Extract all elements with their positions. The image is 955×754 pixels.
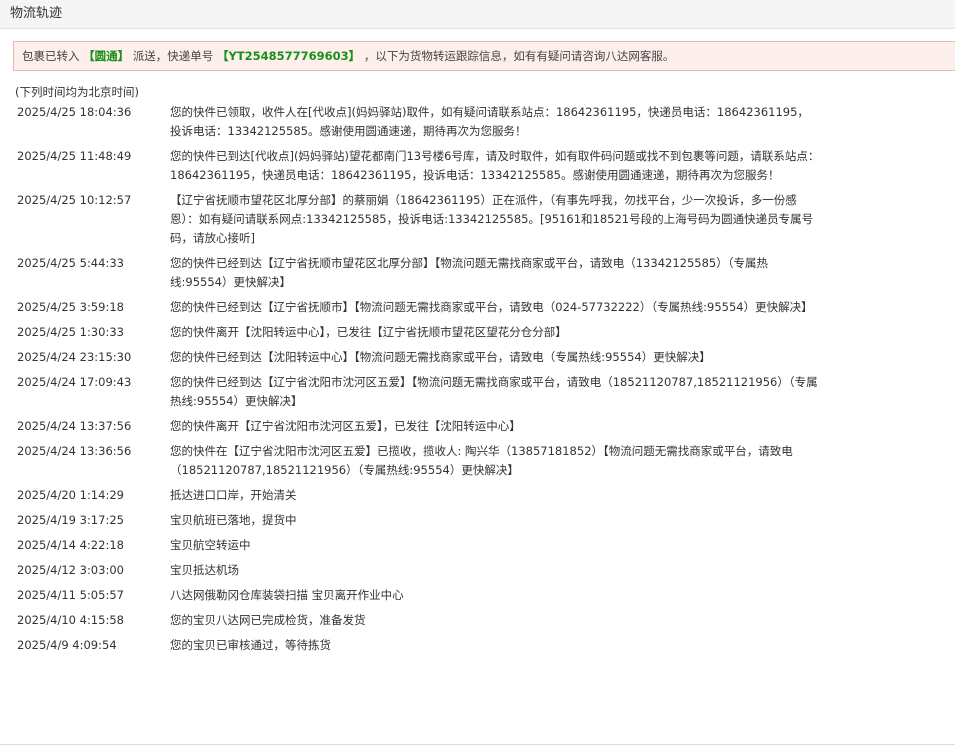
timezone-note: (下列时间均为北京时间) — [15, 85, 139, 99]
tracking-description: 您的快件在【辽宁省沈阳市沈河区五爱】已揽收，揽收人: 陶兴华（138571818… — [170, 444, 793, 477]
tracking-description: 宝贝航空转运中 — [170, 538, 251, 552]
tracking-description: 您的快件已到达[代收点](妈妈驿站)望花都南门13号楼6号库，请及时取件，如有取… — [170, 149, 820, 182]
tracking-row: 2025/4/25 3:59:18 您的快件已经到达【辽宁省抚顺市】【物流问题无需… — [17, 298, 837, 317]
tracking-description: 宝贝航班已落地，提货中 — [170, 513, 297, 527]
notice-middle: 派送，快递单号 — [132, 49, 214, 63]
tracking-description: 您的快件已领取，收件人在[代收点](妈妈驿站)取件，如有疑问请联系站点：1864… — [170, 105, 809, 138]
tracking-row: 2025/4/20 1:14:29 抵达进口口岸，开始清关 — [17, 486, 837, 505]
tracking-time: 2025/4/19 3:17:25 — [17, 513, 124, 527]
tracking-time: 2025/4/10 4:15:58 — [17, 613, 124, 627]
tracking-row: 2025/4/12 3:03:00 宝贝抵达机场 — [17, 561, 837, 580]
tracking-time: 2025/4/25 3:59:18 — [17, 300, 124, 314]
tracking-time: 2025/4/24 17:09:43 — [17, 375, 132, 389]
bottom-divider — [0, 744, 955, 745]
tracking-row: 2025/4/10 4:15:58 您的宝贝八达网已完成检货，准备发货 — [17, 611, 837, 630]
notice-suffix: ，以下为货物转运跟踪信息，如有有疑问请咨询八达网客服。 — [363, 49, 675, 63]
tracking-description: 您的宝贝已审核通过，等待拣货 — [170, 638, 331, 652]
transfer-notice: 包裹已转入 【圆通】 派送，快递单号 【YT2548577769603】 ，以下… — [13, 41, 955, 71]
tracking-time: 2025/4/25 1:30:33 — [17, 325, 124, 339]
tracking-description: 您的快件已经到达【辽宁省沈阳市沈河区五爱】【物流问题无需找商家或平台，请致电（1… — [170, 375, 818, 408]
tracking-time: 2025/4/24 13:36:56 — [17, 444, 132, 458]
courier-name: 【圆通】 — [83, 49, 130, 63]
tracking-description: 宝贝抵达机场 — [170, 563, 239, 577]
tracking-description: 您的快件离开【辽宁省沈阳市沈河区五爱】，已发往【沈阳转运中心】 — [170, 419, 521, 433]
tracking-time: 2025/4/25 11:48:49 — [17, 149, 132, 163]
tracking-row: 2025/4/25 1:30:33 您的快件离开【沈阳转运中心】，已发往【辽宁省抚… — [17, 323, 837, 342]
tracking-time: 2025/4/24 13:37:56 — [17, 419, 132, 433]
tracking-row: 2025/4/24 13:36:56 您的快件在【辽宁省沈阳市沈河区五爱】已揽收，… — [17, 442, 837, 480]
tracking-row: 2025/4/24 13:37:56 您的快件离开【辽宁省沈阳市沈河区五爱】，已发… — [17, 417, 837, 436]
tracking-list: 2025/4/25 18:04:36 您的快件已领取，收件人在[代收点](妈妈驿站… — [17, 103, 837, 661]
tracking-description: 您的快件已经到达【沈阳转运中心】【物流问题无需找商家或平台，请致电（专属热线:9… — [170, 350, 711, 364]
tracking-row: 2025/4/24 23:15:30 您的快件已经到达【沈阳转运中心】【物流问题无… — [17, 348, 837, 367]
tracking-time: 2025/4/14 4:22:18 — [17, 538, 124, 552]
tracking-row: 2025/4/24 17:09:43 您的快件已经到达【辽宁省沈阳市沈河区五爱】【… — [17, 373, 837, 411]
tracking-row: 2025/4/25 18:04:36 您的快件已领取，收件人在[代收点](妈妈驿站… — [17, 103, 837, 141]
tracking-row: 2025/4/25 5:44:33 您的快件已经到达【辽宁省抚顺市望花区北厚分部】… — [17, 254, 837, 292]
notice-prefix: 包裹已转入 — [22, 49, 80, 63]
tracking-row: 2025/4/9 4:09:54 您的宝贝已审核通过，等待拣货 — [17, 636, 837, 655]
tracking-time: 2025/4/20 1:14:29 — [17, 488, 124, 502]
tracking-row: 2025/4/25 10:12:57 【辽宁省抚顺市望花区北厚分部】的蔡丽娟（18… — [17, 191, 837, 248]
tracking-description: 您的宝贝八达网已完成检货，准备发货 — [170, 613, 366, 627]
tracking-description: 八达网俄勒冈仓库装袋扫描 宝贝离开作业中心 — [170, 588, 404, 602]
tracking-time: 2025/4/9 4:09:54 — [17, 638, 117, 652]
tracking-description: 【辽宁省抚顺市望花区北厚分部】的蔡丽娟（18642361195）正在派件，（有事… — [170, 193, 814, 245]
tracking-row: 2025/4/11 5:05:57 八达网俄勒冈仓库装袋扫描 宝贝离开作业中心 — [17, 586, 837, 605]
header-bar: 物流轨迹 — [0, 0, 955, 29]
tracking-time: 2025/4/12 3:03:00 — [17, 563, 124, 577]
tracking-number: 【YT2548577769603】 — [216, 49, 361, 63]
tracking-description: 您的快件已经到达【辽宁省抚顺市望花区北厚分部】【物流问题无需找商家或平台，请致电… — [170, 256, 768, 289]
tracking-row: 2025/4/25 11:48:49 您的快件已到达[代收点](妈妈驿站)望花都南… — [17, 147, 837, 185]
tracking-time: 2025/4/11 5:05:57 — [17, 588, 124, 602]
tracking-time: 2025/4/25 5:44:33 — [17, 256, 124, 270]
tracking-time: 2025/4/25 18:04:36 — [17, 105, 132, 119]
tracking-row: 2025/4/14 4:22:18 宝贝航空转运中 — [17, 536, 837, 555]
tracking-description: 您的快件已经到达【辽宁省抚顺市】【物流问题无需找商家或平台，请致电（024-57… — [170, 300, 813, 314]
tracking-row: 2025/4/19 3:17:25 宝贝航班已落地，提货中 — [17, 511, 837, 530]
tracking-description: 抵达进口口岸，开始清关 — [170, 488, 297, 502]
tracking-time: 2025/4/24 23:15:30 — [17, 350, 132, 364]
tracking-time: 2025/4/25 10:12:57 — [17, 193, 132, 207]
page-title: 物流轨迹 — [10, 6, 63, 21]
tracking-description: 您的快件离开【沈阳转运中心】，已发往【辽宁省抚顺市望花区望花分仓分部】 — [170, 325, 567, 339]
